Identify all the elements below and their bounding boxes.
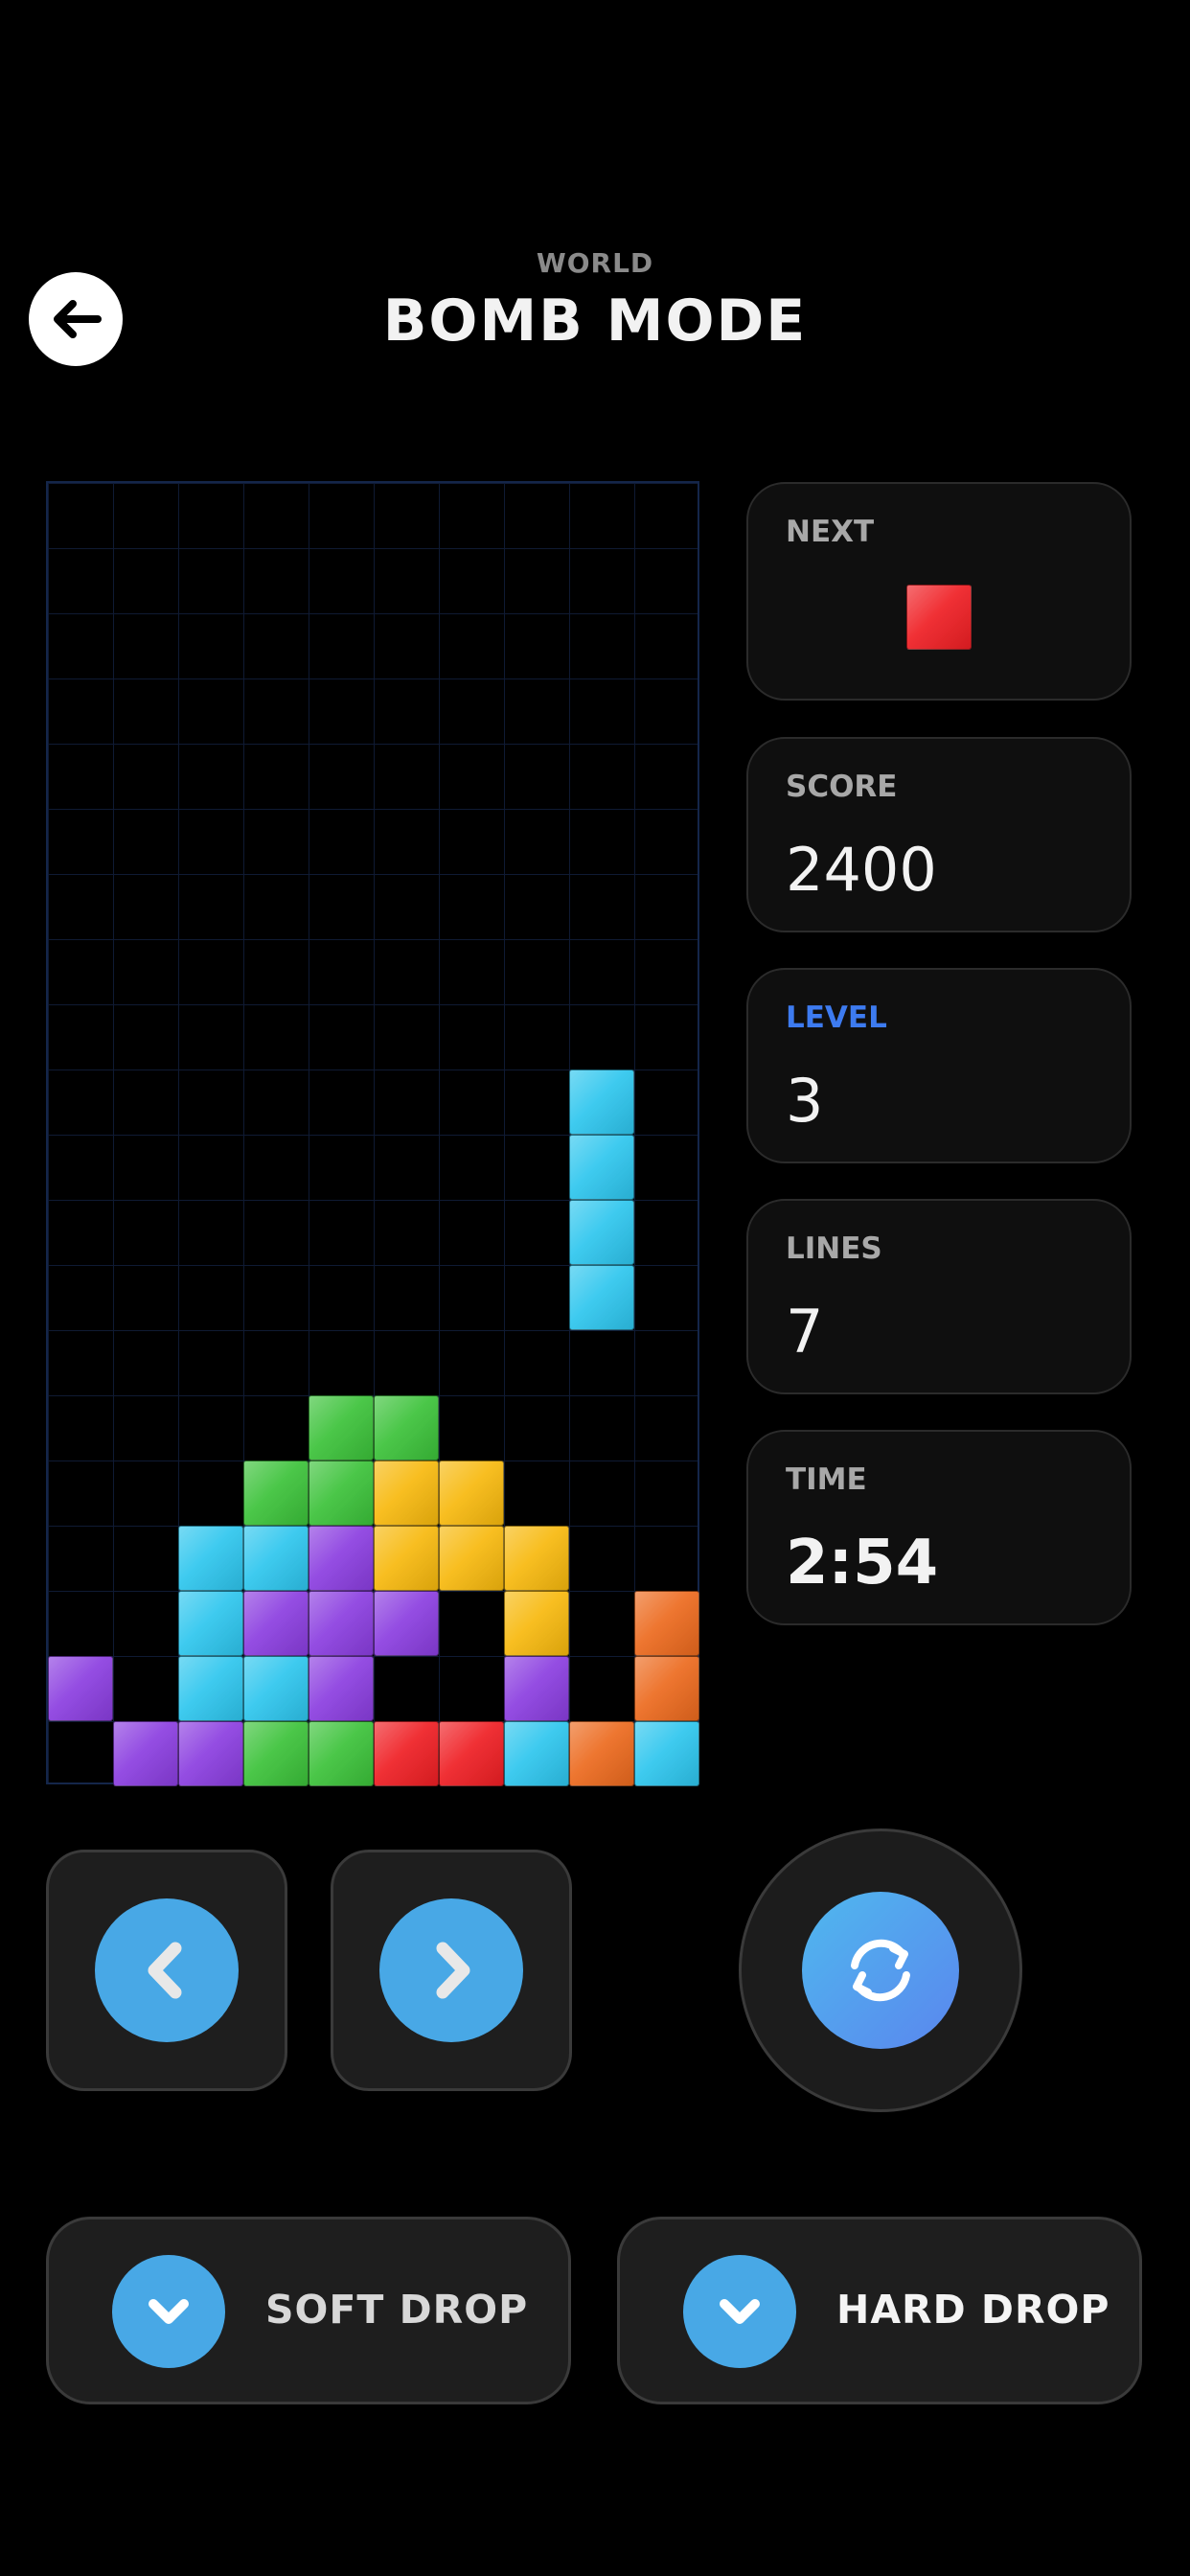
- lines-panel: LINES 7: [746, 1199, 1132, 1394]
- locked-block: [243, 1526, 309, 1591]
- move-right-circle: [379, 1898, 523, 2042]
- next-panel: NEXT: [746, 482, 1132, 701]
- locked-block: [178, 1591, 243, 1656]
- locked-block: [48, 1656, 113, 1721]
- move-left-button[interactable]: [46, 1850, 287, 2091]
- locked-block: [569, 1721, 634, 1786]
- score-panel: SCORE 2400: [746, 737, 1132, 932]
- next-label: NEXT: [786, 515, 875, 549]
- active-piece-block: [569, 1135, 634, 1200]
- move-right-button[interactable]: [331, 1850, 572, 2091]
- hard-drop-button[interactable]: HARD DROP: [617, 2217, 1142, 2404]
- time-panel: TIME 2:54: [746, 1430, 1132, 1625]
- chevron-right-icon: [436, 1942, 470, 1999]
- score-value: 2400: [786, 835, 937, 905]
- locked-block: [634, 1656, 699, 1721]
- hard-drop-circle: [683, 2255, 796, 2368]
- locked-block: [374, 1395, 439, 1460]
- soft-drop-circle: [112, 2255, 225, 2368]
- locked-block: [178, 1721, 243, 1786]
- locked-block: [504, 1526, 569, 1591]
- level-panel: LEVEL 3: [746, 968, 1132, 1163]
- level-label: LEVEL: [786, 1000, 887, 1035]
- locked-block: [178, 1526, 243, 1591]
- locked-block: [309, 1721, 374, 1786]
- locked-block: [504, 1721, 569, 1786]
- locked-block: [634, 1721, 699, 1786]
- locked-block: [374, 1526, 439, 1591]
- active-piece-block: [569, 1265, 634, 1330]
- locked-block: [374, 1591, 439, 1656]
- locked-block: [374, 1460, 439, 1526]
- locked-block: [243, 1460, 309, 1526]
- locked-block: [309, 1526, 374, 1591]
- active-piece-block: [569, 1200, 634, 1265]
- next-piece-preview: [906, 585, 972, 650]
- rotate-icon: [851, 1939, 910, 2002]
- score-label: SCORE: [786, 770, 898, 804]
- locked-block: [309, 1460, 374, 1526]
- mode-subtitle: WORLD: [536, 247, 654, 279]
- lines-label: LINES: [786, 1231, 882, 1266]
- time-label: TIME: [786, 1462, 867, 1497]
- locked-block: [309, 1591, 374, 1656]
- soft-drop-button[interactable]: SOFT DROP: [46, 2217, 571, 2404]
- move-left-circle: [95, 1898, 239, 2042]
- chevron-down-icon: [149, 2299, 189, 2324]
- locked-block: [439, 1460, 504, 1526]
- locked-block: [309, 1656, 374, 1721]
- active-piece-block: [569, 1070, 634, 1135]
- locked-block: [309, 1395, 374, 1460]
- soft-drop-label: SOFT DROP: [265, 2287, 529, 2333]
- locked-block: [374, 1721, 439, 1786]
- locked-block: [243, 1721, 309, 1786]
- rotate-circle: [802, 1892, 959, 2049]
- chevron-left-icon: [148, 1942, 182, 1999]
- locked-block: [243, 1591, 309, 1656]
- hard-drop-label: HARD DROP: [836, 2287, 1110, 2333]
- game-board[interactable]: [46, 481, 699, 1786]
- locked-block: [439, 1526, 504, 1591]
- lines-value: 7: [786, 1297, 824, 1367]
- locked-block: [504, 1591, 569, 1656]
- locked-block: [178, 1656, 243, 1721]
- level-value: 3: [786, 1066, 824, 1136]
- time-value: 2:54: [786, 1528, 939, 1598]
- page-title: BOMB MODE: [382, 288, 808, 355]
- locked-block: [243, 1656, 309, 1721]
- chevron-down-icon: [720, 2299, 760, 2324]
- locked-block: [634, 1591, 699, 1656]
- locked-block: [439, 1721, 504, 1786]
- rotate-button[interactable]: [739, 1828, 1022, 2112]
- locked-block: [113, 1721, 178, 1786]
- locked-block: [504, 1656, 569, 1721]
